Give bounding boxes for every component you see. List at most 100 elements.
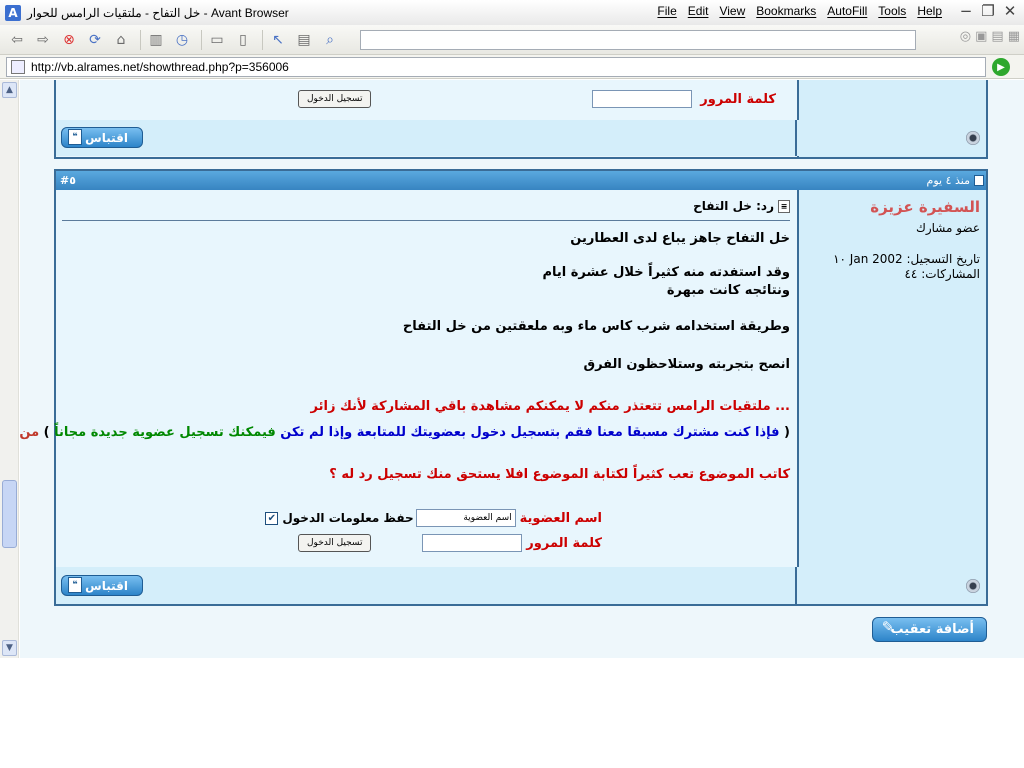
guest-notice: ... ملتقيات الرامس تتعتذر منكم لا يمكنكم…	[310, 399, 790, 414]
column-divider	[795, 567, 797, 604]
menu-tools[interactable]: Tools	[878, 4, 906, 18]
post-subject: ≡ رد: خل التفاح	[693, 199, 790, 213]
go-icon[interactable]: ▶	[992, 58, 1010, 76]
scroll-up-icon[interactable]: ▲	[2, 82, 17, 98]
empty-area	[0, 658, 1024, 768]
author-name[interactable]: السفيرة عزيزة	[870, 198, 980, 216]
title-bar: A خل التفاح - ملتقيات الرامس للحوار - Av…	[0, 0, 1024, 25]
add-reply-button[interactable]: ✎ أضافة تعقيب	[872, 617, 987, 642]
post-line-5: انصح بتجربته وستلاحظون الفرق	[583, 357, 790, 372]
document-icon[interactable]: ▤	[293, 29, 315, 51]
encourage-reply: كاتب الموضوع تعب كثيراً لكتابة الموضوع ا…	[329, 467, 790, 482]
paren-close: )	[43, 425, 50, 440]
toolbar-right-icons: ◎ ▣ ▤ ▦	[960, 29, 1020, 44]
previous-password-row: كلمة المرور	[592, 89, 776, 109]
register-notice: ( فإذا كنت مشترك مسبقا معنا فقم بتسجيل د…	[20, 425, 790, 440]
quote-button-label: اقتباس	[85, 130, 128, 145]
password-field[interactable]	[592, 90, 693, 108]
menu-file[interactable]: File	[657, 4, 676, 18]
app-icon: A	[5, 4, 21, 21]
window-controls: − ❐ ✕	[958, 2, 1018, 20]
register-link[interactable]: من هنا	[20, 425, 39, 440]
toolbar-separator	[262, 29, 263, 50]
post-count-label: المشاركات:	[921, 267, 980, 281]
new-page-icon[interactable]: ▯	[232, 29, 254, 51]
post-status-icon	[966, 131, 980, 145]
add-reply-label: أضافة تعقيب	[890, 622, 974, 637]
menu-bookmarks[interactable]: Bookmarks	[756, 4, 816, 18]
username-label: اسم العضوية	[519, 510, 602, 526]
remember-checkbox[interactable]: ✔	[265, 511, 279, 525]
password-label: كلمة المرور	[526, 535, 602, 551]
previous-post-footer: ❝ اقتباس	[56, 120, 986, 156]
quote-button[interactable]: ❝ اقتباس	[61, 127, 143, 148]
page-viewport: كلمة المرور تسجيل الدخول ❝ اقتباس #٥ منذ…	[20, 80, 1024, 658]
username-field[interactable]: اسم العضوية	[415, 509, 516, 527]
menu-help[interactable]: Help	[917, 4, 942, 18]
pencil-icon: ✎	[881, 618, 895, 636]
post-date: منذ ٤ يوم	[926, 174, 970, 187]
page-icon	[11, 60, 25, 74]
vertical-scrollbar[interactable]: ▲ ▼	[0, 80, 19, 658]
scroll-thumb[interactable]	[2, 480, 17, 548]
skin-icon[interactable]: ◎	[960, 29, 971, 44]
quote-button-label: اقتباس	[85, 578, 128, 593]
password-row: كلمة المرور	[422, 533, 602, 553]
password-field[interactable]	[422, 534, 523, 552]
search-icon[interactable]: ⌕	[319, 29, 341, 51]
quote-button[interactable]: ❝ اقتباس	[61, 575, 143, 596]
menu-bar: File Edit View Bookmarks AutoFill Tools …	[657, 4, 942, 18]
author-title: عضو مشارك	[915, 221, 980, 235]
window-icon[interactable]: ▭	[206, 29, 228, 51]
minimize-icon[interactable]: −	[958, 2, 974, 20]
remember-label: حفظ معلومات الدخول	[282, 511, 414, 525]
history-icon[interactable]: ◷	[171, 29, 193, 51]
refresh-icon[interactable]: ⟳	[84, 29, 106, 51]
register-prompt-text: فيمكنك تسجيل عضوية جديدة مجاناً	[54, 425, 276, 440]
join-date-label: تاريخ التسجيل:	[906, 252, 980, 266]
login-prompt-text: فإذا كنت مشترك مسبقا معنا فقم بتسجيل دخو…	[280, 425, 780, 440]
post-subject-text: رد: خل التفاح	[693, 199, 774, 213]
url-text: http://vb.alrames.net/showthread.php?p=3…	[31, 60, 289, 74]
stop-icon[interactable]: ⊗	[58, 29, 80, 51]
post-count-value: ٤٤	[904, 267, 918, 281]
post-line-1: خل التفاح جاهز يباع لدى العطارين	[570, 231, 790, 246]
window-title: خل التفاح - ملتقيات الرامس للحوار - Avan…	[27, 5, 289, 20]
search-input[interactable]	[360, 30, 916, 50]
copy-icon[interactable]: ▣	[975, 29, 987, 44]
previous-post: كلمة المرور تسجيل الدخول ❝ اقتباس	[54, 80, 988, 159]
paren-open: (	[784, 425, 790, 440]
quote-icon: ❝	[68, 129, 82, 145]
post-line-3: ونتائجه كانت مبهرة	[666, 283, 790, 298]
restore-icon[interactable]: ❐	[980, 2, 996, 20]
subject-divider	[62, 220, 790, 221]
menu-view[interactable]: View	[719, 4, 745, 18]
print-icon[interactable]: ▦	[1008, 29, 1020, 44]
menu-autofill[interactable]: AutoFill	[827, 4, 867, 18]
close-icon[interactable]: ✕	[1002, 2, 1018, 20]
login-button[interactable]: تسجيل الدخول	[298, 90, 372, 108]
back-icon[interactable]: ⇦	[6, 29, 28, 51]
post: السفيرة عزيزة عضو مشارك تاريخ التسجيل: J…	[20, 190, 988, 606]
toolbar-separator	[201, 29, 202, 50]
home-icon[interactable]: ⌂	[110, 29, 132, 51]
join-date: تاريخ التسجيل: Jan 2002 ١٠	[833, 252, 980, 266]
pointer-icon[interactable]: ↖	[267, 29, 289, 51]
post-status-icon	[966, 579, 980, 593]
scroll-down-icon[interactable]: ▼	[2, 640, 17, 656]
login-button[interactable]: تسجيل الدخول	[298, 534, 372, 552]
author-column: السفيرة عزيزة عضو مشارك تاريخ التسجيل: J…	[797, 190, 986, 604]
username-row: اسم العضوية اسم العضوية حفظ معلومات الدخ…	[265, 508, 602, 528]
column-divider	[795, 120, 797, 156]
quote-icon: ❝	[68, 577, 82, 593]
forward-icon[interactable]: ⇨	[32, 29, 54, 51]
url-input[interactable]: http://vb.alrames.net/showthread.php?p=3…	[6, 57, 986, 77]
sidebar-icon[interactable]: ▥	[145, 29, 167, 51]
post-header: #٥ منذ ٤ يوم	[54, 169, 988, 190]
post-number[interactable]: #٥	[60, 174, 76, 187]
menu-edit[interactable]: Edit	[688, 4, 709, 18]
document-icon: ≡	[778, 199, 790, 213]
post-count: المشاركات: ٤٤	[904, 267, 980, 281]
join-date-value: Jan 2002 ١٠	[833, 252, 903, 266]
save-icon[interactable]: ▤	[991, 29, 1003, 44]
